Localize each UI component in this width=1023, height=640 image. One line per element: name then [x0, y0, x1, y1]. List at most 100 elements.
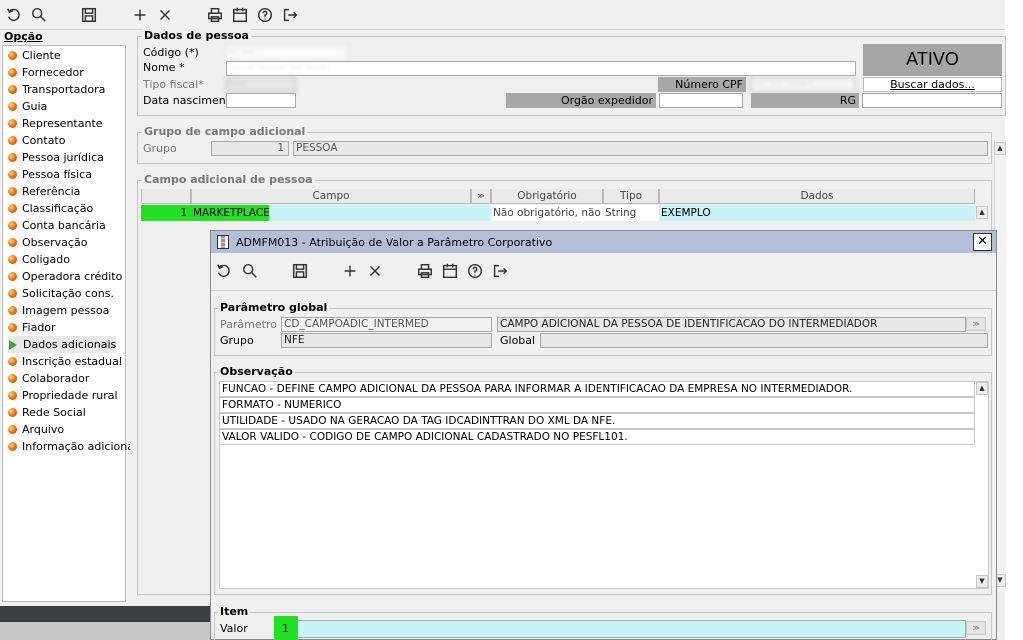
- grupo-name-field: PESSOA: [293, 141, 988, 156]
- orgao-expedidor-label: Orgão expedidor: [506, 93, 656, 108]
- calendar-icon[interactable]: [230, 5, 250, 25]
- row-dados[interactable]: EXEMPLO: [659, 205, 975, 221]
- dialog-close-button[interactable]: ✕: [973, 233, 992, 251]
- sidebar-item[interactable]: Conta bancária: [8, 217, 106, 234]
- item-section-title: Item: [218, 605, 251, 618]
- status-bar: [0, 606, 210, 622]
- exit-icon[interactable]: [280, 5, 300, 25]
- bullet-icon: [8, 187, 17, 196]
- data-nascimento-field[interactable]: [226, 93, 296, 108]
- sidebar-item-label: Imagem pessoa: [22, 304, 110, 317]
- sidebar-item[interactable]: Colaborador: [8, 370, 89, 387]
- dialog-delete-icon[interactable]: [365, 261, 385, 281]
- sidebar-item[interactable]: Transportadora: [8, 81, 105, 98]
- sidebar-item[interactable]: Propriedade rural: [8, 387, 118, 404]
- dialog-search-icon[interactable]: [240, 261, 260, 281]
- sidebar-item-label: Representante: [22, 117, 103, 130]
- tipo-fiscal-field[interactable]: ····: [226, 77, 296, 92]
- sidebar-item[interactable]: Pessoa física: [8, 166, 92, 183]
- sidebar-item-label: Contato: [22, 134, 66, 147]
- bullet-icon: [8, 102, 17, 111]
- add-icon[interactable]: [130, 5, 150, 25]
- parametro-field: CD_CAMPOADIC_INTERMED: [281, 317, 492, 332]
- sidebar-item[interactable]: Classificação: [8, 200, 93, 217]
- sidebar-item[interactable]: Rede Social: [8, 404, 86, 421]
- sidebar-item-label: Transportadora: [22, 83, 106, 96]
- save-icon[interactable]: [79, 5, 99, 25]
- sidebar-item-label: Referência: [22, 185, 81, 198]
- delete-icon[interactable]: [155, 5, 175, 25]
- grupo-number-field: 1: [211, 141, 289, 156]
- bullet-icon: [8, 289, 17, 298]
- bullet-icon: [8, 323, 17, 332]
- parametro-lookup-button[interactable]: ≫: [966, 317, 986, 331]
- cpf-field[interactable]: ··· ··· ···-··: [750, 77, 856, 92]
- campo-header-lookup: ≫: [471, 189, 491, 204]
- sidebar-item[interactable]: Arquivo: [8, 421, 64, 438]
- help-icon[interactable]: [255, 5, 275, 25]
- dialog-document-icon: ≡ ≡ ≡: [217, 235, 229, 250]
- pessoa-section-title: Dados de pessoa: [142, 29, 251, 42]
- valor-field[interactable]: [274, 620, 966, 638]
- sidebar-item[interactable]: Inscrição estadual: [8, 353, 122, 370]
- sidebar-item[interactable]: Fornecedor: [8, 64, 84, 81]
- data-nascimento-label: Data nascimento: [143, 94, 237, 107]
- nome-field[interactable]: ··· ·· ······ ··· ·····: [226, 61, 856, 76]
- codigo-field[interactable]: ·· ···: [226, 45, 348, 60]
- obs-line: UTILIDADE - USADO NA GERACAO DA TAG IDCA…: [219, 413, 975, 429]
- sidebar-item[interactable]: Representante: [8, 115, 103, 132]
- sidebar-item[interactable]: Fiador: [8, 319, 56, 336]
- dialog-calendar-icon[interactable]: [440, 261, 460, 281]
- dialog-add-icon[interactable]: [340, 261, 360, 281]
- campo-section-title: Campo adicional de pessoa: [142, 173, 315, 186]
- dialog-grupo-field: NFE: [281, 333, 492, 348]
- sidebar-item[interactable]: Imagem pessoa: [8, 302, 109, 319]
- campo-scroll-up[interactable]: ▲: [976, 206, 988, 219]
- buscar-dados-button[interactable]: Buscar dados...: [863, 77, 1002, 92]
- search-icon[interactable]: [29, 5, 49, 25]
- obs-scroll-down[interactable]: ▼: [976, 575, 988, 588]
- row-number: 1: [141, 205, 191, 221]
- bullet-icon: [8, 306, 17, 315]
- sidebar-item-label: Colaborador: [22, 372, 90, 385]
- undo-icon[interactable]: [4, 5, 24, 25]
- sidebar-item-label: Cliente: [22, 49, 61, 62]
- dialog-undo-icon[interactable]: [214, 261, 234, 281]
- row-obrigatorio[interactable]: Não obrigatório, não a: [491, 205, 603, 221]
- dialog-exit-icon[interactable]: [490, 261, 510, 281]
- print-icon[interactable]: [205, 5, 225, 25]
- dialog-print-icon[interactable]: [415, 261, 435, 281]
- sidebar-item[interactable]: Informação adicional: [8, 438, 137, 455]
- sidebar-item[interactable]: Observação: [8, 234, 87, 251]
- row-campo[interactable]: MARKETPLACE: [191, 205, 269, 221]
- row-tipo[interactable]: String: [603, 205, 659, 221]
- sidebar-item-label: Solicitação cons.: [22, 287, 114, 300]
- sidebar-item[interactable]: Dados adicionais: [8, 336, 117, 353]
- main-scroll-up[interactable]: ▲: [994, 142, 1006, 155]
- dialog-title: ADMFM013 - Atribuição de Valor a Parâmet…: [236, 236, 553, 249]
- sidebar-item[interactable]: Pessoa jurídica: [8, 149, 104, 166]
- dialog-help-icon[interactable]: [465, 261, 485, 281]
- obs-scroll-up[interactable]: ▲: [976, 382, 988, 395]
- sidebar-item[interactable]: Cliente: [8, 47, 61, 64]
- obs-line: FORMATO - NUMERICO: [219, 397, 975, 413]
- sidebar-item[interactable]: Coligado: [8, 251, 70, 268]
- bullet-icon: [8, 204, 17, 213]
- orgao-expedidor-field[interactable]: [659, 93, 743, 108]
- obs-line: VALOR VALIDO - CODIGO DE CAMPO ADICIONAL…: [219, 429, 975, 445]
- dialog-save-icon[interactable]: [290, 261, 310, 281]
- bullet-icon: [8, 136, 17, 145]
- sidebar-item[interactable]: Contato: [8, 132, 65, 149]
- valor-lookup-button[interactable]: ≫: [966, 621, 986, 635]
- sidebar-item[interactable]: Guia: [8, 98, 47, 115]
- rg-label: RG: [751, 93, 859, 108]
- sidebar-item[interactable]: Solicitação cons.: [8, 285, 114, 302]
- sidebar-item-label: Inscrição estadual: [22, 355, 122, 368]
- sidebar-item-label: Propriedade rural: [22, 389, 118, 402]
- sidebar-item-label: Rede Social: [22, 406, 86, 419]
- sidebar-item[interactable]: Referência: [8, 183, 80, 200]
- nome-label: Nome *: [143, 61, 185, 74]
- sidebar-item[interactable]: Operadora crédito: [8, 268, 122, 285]
- bullet-icon: [8, 68, 17, 77]
- rg-field[interactable]: [862, 93, 1002, 108]
